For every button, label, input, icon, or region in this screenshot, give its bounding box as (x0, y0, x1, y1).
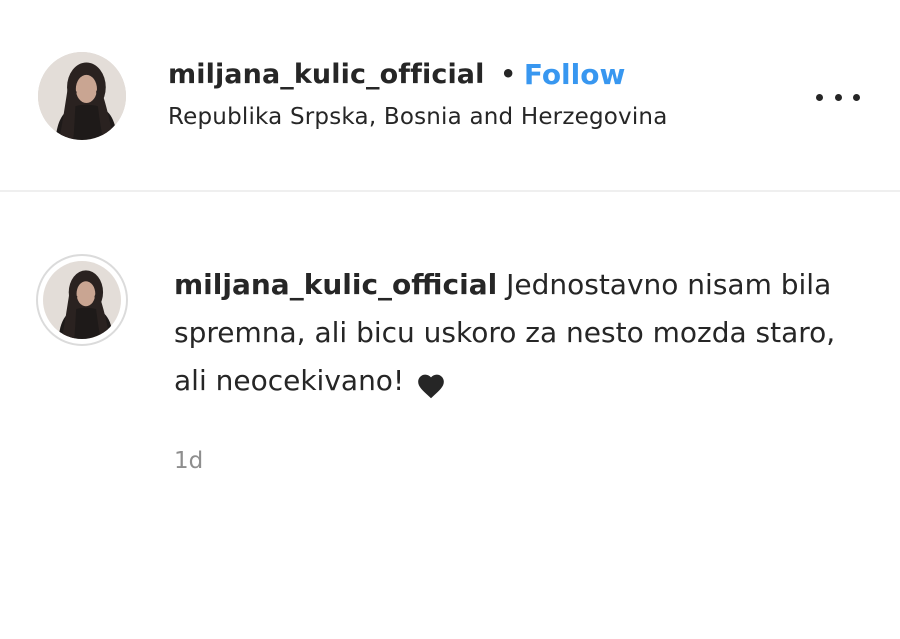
profile-photo-icon (43, 261, 121, 339)
comment-username[interactable]: miljana_kulic_official (174, 268, 497, 301)
instagram-post-panel: miljana_kulic_official • Follow Republik… (0, 0, 900, 639)
post-username[interactable]: miljana_kulic_official (168, 59, 484, 90)
profile-avatar[interactable] (38, 52, 126, 140)
black-heart-icon (417, 366, 445, 399)
username-row: miljana_kulic_official • Follow (168, 54, 668, 94)
follow-button[interactable]: Follow (524, 58, 626, 91)
header-text: miljana_kulic_official • Follow Republik… (168, 54, 668, 131)
more-options-icon[interactable] (816, 86, 860, 108)
post-header: miljana_kulic_official • Follow Republik… (0, 0, 900, 192)
comment-timestamp[interactable]: 1d (174, 448, 203, 474)
more-dot (816, 93, 823, 101)
profile-photo-icon (38, 52, 126, 140)
comment-avatar[interactable] (36, 254, 128, 346)
more-dot (853, 93, 860, 101)
comment-body: miljana_kulic_official Jednostavno nisam… (174, 261, 854, 405)
post-location[interactable]: Republika Srpska, Bosnia and Herzegovina (168, 104, 668, 130)
more-dot (834, 93, 842, 101)
comment-avatar-image (43, 261, 121, 339)
separator-dot: • (500, 60, 516, 88)
